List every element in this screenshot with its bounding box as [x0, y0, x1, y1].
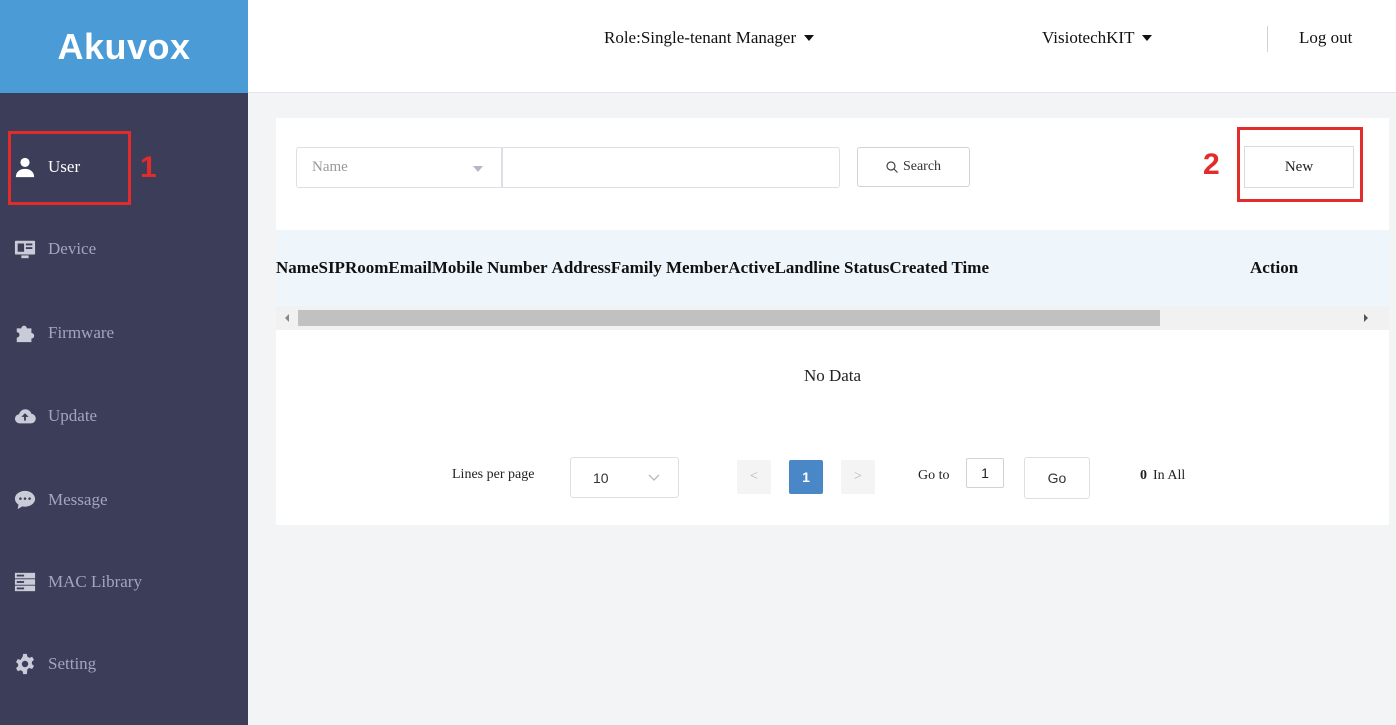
caret-down-icon	[804, 35, 815, 41]
sidebar: Akuvox User Device Firmware Update Messa…	[0, 0, 248, 725]
cloud-upload-icon	[14, 405, 36, 427]
puzzle-icon	[14, 322, 36, 344]
annotation-box-1	[8, 131, 131, 205]
sidebar-item-mac-library[interactable]: MAC Library	[0, 542, 248, 622]
annotation-number-1: 1	[140, 151, 157, 184]
column-header: SIP	[318, 258, 345, 277]
account-dropdown[interactable]: VisiotechKIT	[1042, 28, 1153, 48]
page-number-button[interactable]: 1	[789, 460, 823, 494]
sidebar-item-label: Device	[48, 239, 97, 258]
caret-down-icon	[1142, 35, 1153, 41]
go-button[interactable]: Go	[1024, 457, 1090, 499]
sidebar-item-label: Message	[48, 490, 108, 509]
chevron-down-icon	[648, 474, 660, 481]
search-input[interactable]	[502, 147, 840, 188]
next-page-button[interactable]: >	[841, 460, 875, 494]
search-field-value: Name	[312, 159, 348, 175]
column-header: Landline Status	[774, 258, 890, 277]
search-button[interactable]: Search	[857, 147, 970, 187]
account-label: VisiotechKIT	[1042, 28, 1135, 47]
header-divider	[1267, 26, 1268, 52]
column-header: Created Time	[889, 258, 989, 277]
top-header	[248, 0, 1396, 93]
scrollbar-thumb[interactable]	[298, 310, 1160, 326]
annotation-box-2	[1237, 127, 1363, 202]
prev-page-button[interactable]: <	[737, 460, 771, 494]
sidebar-item-label: MAC Library	[48, 572, 142, 591]
sidebar-item-setting[interactable]: Setting	[0, 624, 248, 704]
server-icon	[14, 571, 36, 593]
sidebar-item-label: Firmware	[48, 323, 115, 342]
lines-per-page-label: Lines per page	[452, 467, 535, 482]
caret-down-icon	[473, 166, 483, 172]
lines-per-page-select[interactable]: 10	[570, 457, 679, 498]
sidebar-item-update[interactable]: Update	[0, 376, 248, 456]
column-header: Active	[728, 258, 775, 277]
sidebar-item-firmware[interactable]: Firmware	[0, 293, 248, 373]
logout-link[interactable]: Log out	[1299, 28, 1352, 48]
goto-label: Go to	[918, 468, 950, 483]
role-label: Role:Single-tenant Manager	[604, 28, 797, 47]
column-header: Email	[388, 258, 432, 277]
sidebar-item-device[interactable]: Device	[0, 209, 248, 289]
total-count-value: 0	[1140, 468, 1147, 483]
column-header: Room	[344, 258, 389, 277]
column-header: Mobile Number	[431, 258, 548, 277]
scroll-left-icon[interactable]	[285, 314, 289, 322]
sidebar-item-label: Setting	[48, 654, 97, 673]
total-count: 0 In All	[1140, 468, 1185, 484]
logo-text: Akuvox	[57, 25, 191, 67]
column-header: Name	[276, 258, 319, 277]
search-button-label: Search	[902, 159, 942, 174]
gear-icon	[14, 653, 36, 675]
annotation-number-2: 2	[1203, 148, 1220, 181]
search-icon	[886, 161, 898, 173]
goto-page-input[interactable]: 1	[966, 458, 1004, 488]
sidebar-item-message[interactable]: Message	[0, 460, 248, 540]
total-count-label: In All	[1153, 468, 1186, 483]
scroll-right-icon[interactable]	[1364, 314, 1368, 322]
column-header: Address	[551, 258, 611, 277]
sidebar-item-label: Update	[48, 406, 98, 425]
lines-per-page-value: 10	[593, 469, 609, 486]
message-icon	[14, 489, 36, 511]
device-icon	[14, 238, 36, 260]
logo: Akuvox	[0, 0, 248, 93]
column-header: Family Member	[610, 258, 729, 277]
search-field-select[interactable]: Name	[296, 147, 502, 188]
column-header-action: Action	[1250, 258, 1299, 277]
role-dropdown[interactable]: Role:Single-tenant Manager	[604, 28, 815, 48]
table-header-columns: Name SIP Room Email Mobile Number Addres…	[276, 258, 1186, 278]
empty-state-text: No Data	[803, 366, 862, 385]
